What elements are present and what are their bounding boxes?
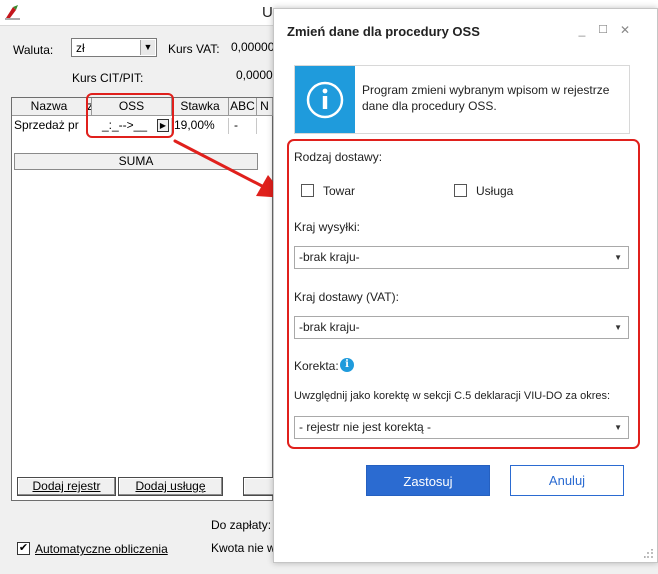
shipping-country-select[interactable]: -brak kraju- ▼ [294, 246, 629, 269]
delivery-type-label: Rodzaj dostawy: [294, 150, 383, 164]
goods-label: Towar [323, 184, 356, 198]
maximize-button[interactable]: ☐ [596, 23, 610, 36]
delivery-country-value: -brak kraju- [299, 320, 360, 334]
dropdown-caret-icon: ▼ [614, 423, 622, 432]
minimize-button[interactable]: _ [575, 23, 589, 37]
shipping-country-label: Kraj wysyłki: [294, 220, 361, 234]
service-checkbox[interactable] [454, 184, 467, 197]
info-small-icon[interactable]: i [340, 358, 354, 372]
oss-dialog: Zmień dane dla procedury OSS _ ☐ ✕ Progr… [273, 8, 658, 563]
close-button[interactable]: ✕ [618, 23, 632, 37]
service-label: Usługa [476, 184, 514, 198]
apply-button[interactable]: Zastosuj [366, 465, 490, 496]
dropdown-caret-icon: ▼ [614, 253, 622, 262]
dropdown-caret-icon: ▼ [614, 323, 622, 332]
correction-description: Uwzględnij jako korektę w sekcji C.5 dek… [294, 390, 611, 402]
dialog-title: Zmień dane dla procedury OSS [287, 24, 480, 39]
info-icon-panel [295, 66, 355, 133]
correction-label: Korekta: [294, 359, 339, 373]
info-box: Program zmieni wybranym wpisom w rejestr… [294, 65, 630, 134]
info-icon [306, 81, 344, 119]
resize-grip-icon[interactable] [644, 549, 654, 559]
delivery-country-label: Kraj dostawy (VAT): [294, 290, 399, 304]
correction-period-value: - rejestr nie jest korektą - [299, 420, 432, 434]
correction-period-select[interactable]: - rejestr nie jest korektą - ▼ [294, 416, 629, 439]
delivery-country-select[interactable]: -brak kraju- ▼ [294, 316, 629, 339]
goods-checkbox[interactable] [301, 184, 314, 197]
info-text: Program zmieni wybranym wpisom w rejestr… [362, 83, 610, 113]
cancel-button[interactable]: Anuluj [510, 465, 624, 496]
shipping-country-value: -brak kraju- [299, 250, 360, 264]
